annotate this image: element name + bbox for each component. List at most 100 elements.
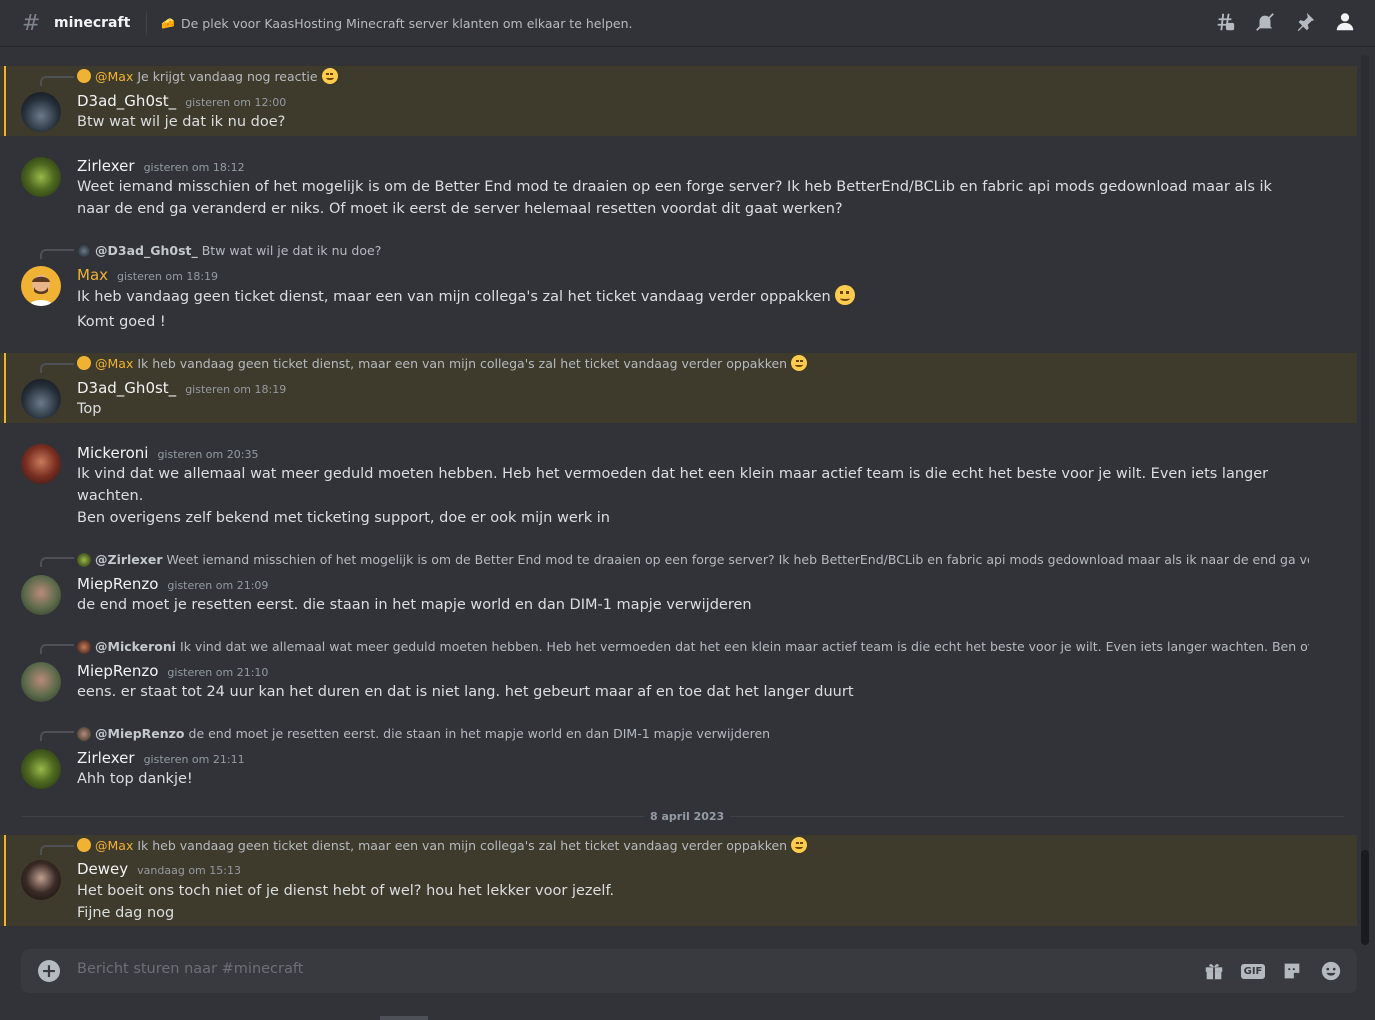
reply-avatar — [77, 356, 91, 370]
username[interactable]: D3ad_Gh0st_ — [77, 92, 176, 110]
message-item[interactable]: @Zirlexer Weet iemand misschien of het m… — [0, 547, 1357, 627]
pin-icon[interactable] — [1293, 10, 1317, 34]
reply-preview[interactable]: @Max Ik heb vandaag geen ticket dienst, … — [77, 837, 808, 853]
reply-avatar — [77, 838, 91, 852]
message-header: Max gisteren om 18:19 — [77, 266, 218, 284]
reply-spine — [40, 845, 74, 855]
message-header: Zirlexer gisteren om 18:12 — [77, 157, 245, 175]
username[interactable]: Mickeroni — [77, 444, 148, 462]
sticker-icon[interactable] — [1280, 959, 1304, 983]
timestamp: gisteren om 21:11 — [143, 753, 245, 766]
text-channel-icon: # — [22, 10, 41, 36]
message-item[interactable]: @Max Je krijgt vandaag nog reactie D3ad_… — [0, 66, 1357, 136]
avatar[interactable] — [21, 444, 61, 484]
emoji-picker-icon[interactable] — [1319, 959, 1343, 983]
message-content: eens. er staat tot 24 uur kan het duren … — [77, 684, 854, 700]
avatar[interactable] — [21, 860, 61, 900]
message-header: D3ad_Gh0st_ gisteren om 18:19 — [77, 379, 286, 397]
reply-spine — [40, 249, 74, 259]
avatar[interactable] — [21, 379, 61, 419]
reply-username[interactable]: @D3ad_Gh0st_ — [95, 243, 198, 258]
username[interactable]: Zirlexer — [77, 157, 135, 175]
timestamp: gisteren om 18:12 — [143, 161, 245, 174]
username[interactable]: Dewey — [77, 860, 128, 878]
reply-username[interactable]: @Max — [95, 69, 133, 84]
message-content: Het boeit ons toch niet of je dienst heb… — [77, 883, 615, 899]
message-item[interactable]: @MiepRenzo de end moet je resetten eerst… — [0, 721, 1357, 801]
message-content: Weet iemand misschien of het mogelijk is… — [77, 179, 1272, 217]
member-list-icon[interactable] — [1333, 10, 1357, 34]
reply-username[interactable]: @Max — [95, 838, 133, 853]
scrollbar-track[interactable] — [1361, 55, 1369, 945]
message-header: D3ad_Gh0st_ gisteren om 12:00 — [77, 92, 286, 110]
reply-preview[interactable]: @Max Ik heb vandaag geen ticket dienst, … — [77, 355, 808, 371]
reply-username[interactable]: @MiepRenzo — [95, 726, 185, 741]
message-line: Ik heb vandaag geen ticket dienst, maar … — [77, 289, 831, 305]
message-list[interactable]: @Max Je krijgt vandaag nog reactie D3ad_… — [0, 47, 1357, 927]
username[interactable]: MiepRenzo — [77, 575, 158, 593]
message-content: Komt goed ! — [77, 314, 166, 330]
username[interactable]: D3ad_Gh0st_ — [77, 379, 176, 397]
avatar[interactable] — [21, 266, 61, 306]
timestamp: gisteren om 18:19 — [185, 383, 287, 396]
reply-spine — [40, 731, 74, 741]
message-input[interactable] — [77, 961, 1077, 977]
reply-spine — [40, 76, 74, 86]
message-content: Fijne dag nog — [77, 905, 175, 921]
timestamp: gisteren om 20:35 — [157, 448, 259, 461]
channel-topic[interactable]: De plek voor KaasHosting Minecraft serve… — [181, 16, 632, 31]
avatar[interactable] — [21, 92, 61, 132]
reply-preview[interactable]: @Max Je krijgt vandaag nog reactie — [77, 68, 338, 84]
reply-spine — [40, 557, 74, 567]
username[interactable]: Max — [77, 266, 108, 284]
header-divider — [146, 11, 148, 35]
reply-preview[interactable]: @MiepRenzo de end moet je resetten eerst… — [77, 726, 770, 741]
username[interactable]: Zirlexer — [77, 749, 135, 767]
reply-username[interactable]: @Zirlexer — [95, 552, 162, 567]
avatar[interactable] — [21, 749, 61, 789]
scrollbar-thumb[interactable] — [1361, 850, 1369, 945]
reply-preview[interactable]: @D3ad_Gh0st_ Btw wat wil je dat ik nu do… — [77, 243, 381, 258]
reply-text: Ik vind dat we allemaal wat meer geduld … — [180, 639, 1309, 654]
reply-avatar — [77, 243, 91, 258]
timestamp: gisteren om 21:09 — [167, 579, 269, 592]
date-divider-label: 8 april 2023 — [644, 810, 731, 823]
reply-username[interactable]: @Max — [95, 356, 133, 371]
message-item[interactable]: Mickeroni gisteren om 20:35 Ik vind dat … — [0, 439, 1357, 539]
message-item[interactable]: @Mickeroni Ik vind dat we allemaal wat m… — [0, 634, 1357, 714]
message-content: Ik heb vandaag geen ticket dienst, maar … — [77, 285, 1307, 308]
reply-username[interactable]: @Mickeroni — [95, 639, 176, 654]
timestamp: gisteren om 21:10 — [167, 666, 269, 679]
bottom-indicator — [380, 1016, 428, 1020]
message-composer[interactable]: + GIF — [21, 949, 1357, 993]
reply-avatar — [77, 552, 91, 567]
cheese-emoji-icon: 🧀 — [161, 16, 175, 30]
reply-avatar — [77, 726, 91, 741]
threads-icon[interactable] — [1213, 10, 1237, 34]
reply-avatar — [77, 639, 91, 654]
reply-spine — [40, 363, 74, 373]
add-attachment-icon[interactable]: + — [38, 960, 60, 982]
mute-bell-icon[interactable] — [1253, 10, 1277, 34]
smile-emoji-icon — [791, 355, 808, 371]
message-item[interactable]: @Max Ik heb vandaag geen ticket dienst, … — [0, 353, 1357, 423]
avatar[interactable] — [21, 575, 61, 615]
timestamp: vandaag om 15:13 — [137, 864, 241, 877]
smile-emoji-icon — [321, 68, 338, 84]
reply-preview[interactable]: @Mickeroni Ik vind dat we allemaal wat m… — [77, 639, 1309, 654]
message-content: Ben overigens zelf bekend met ticketing … — [77, 510, 610, 526]
message-header: MiepRenzo gisteren om 21:09 — [77, 575, 268, 593]
avatar[interactable] — [21, 157, 61, 197]
message-header: MiepRenzo gisteren om 21:10 — [77, 662, 268, 680]
gif-icon[interactable]: GIF — [1240, 959, 1266, 983]
username[interactable]: MiepRenzo — [77, 662, 158, 680]
reply-preview[interactable]: @Zirlexer Weet iemand misschien of het m… — [77, 552, 1309, 567]
message-header: Dewey vandaag om 15:13 — [77, 860, 241, 878]
gift-icon[interactable] — [1202, 959, 1226, 983]
message-content: Ahh top dankje! — [77, 771, 193, 787]
message-item[interactable]: @Max Ik heb vandaag geen ticket dienst, … — [0, 835, 1357, 926]
message-item[interactable]: @D3ad_Gh0st_ Btw wat wil je dat ik nu do… — [0, 239, 1357, 339]
message-header: Zirlexer gisteren om 21:11 — [77, 749, 245, 767]
avatar[interactable] — [21, 662, 61, 702]
message-item[interactable]: Zirlexer gisteren om 18:12 Weet iemand m… — [0, 152, 1357, 224]
